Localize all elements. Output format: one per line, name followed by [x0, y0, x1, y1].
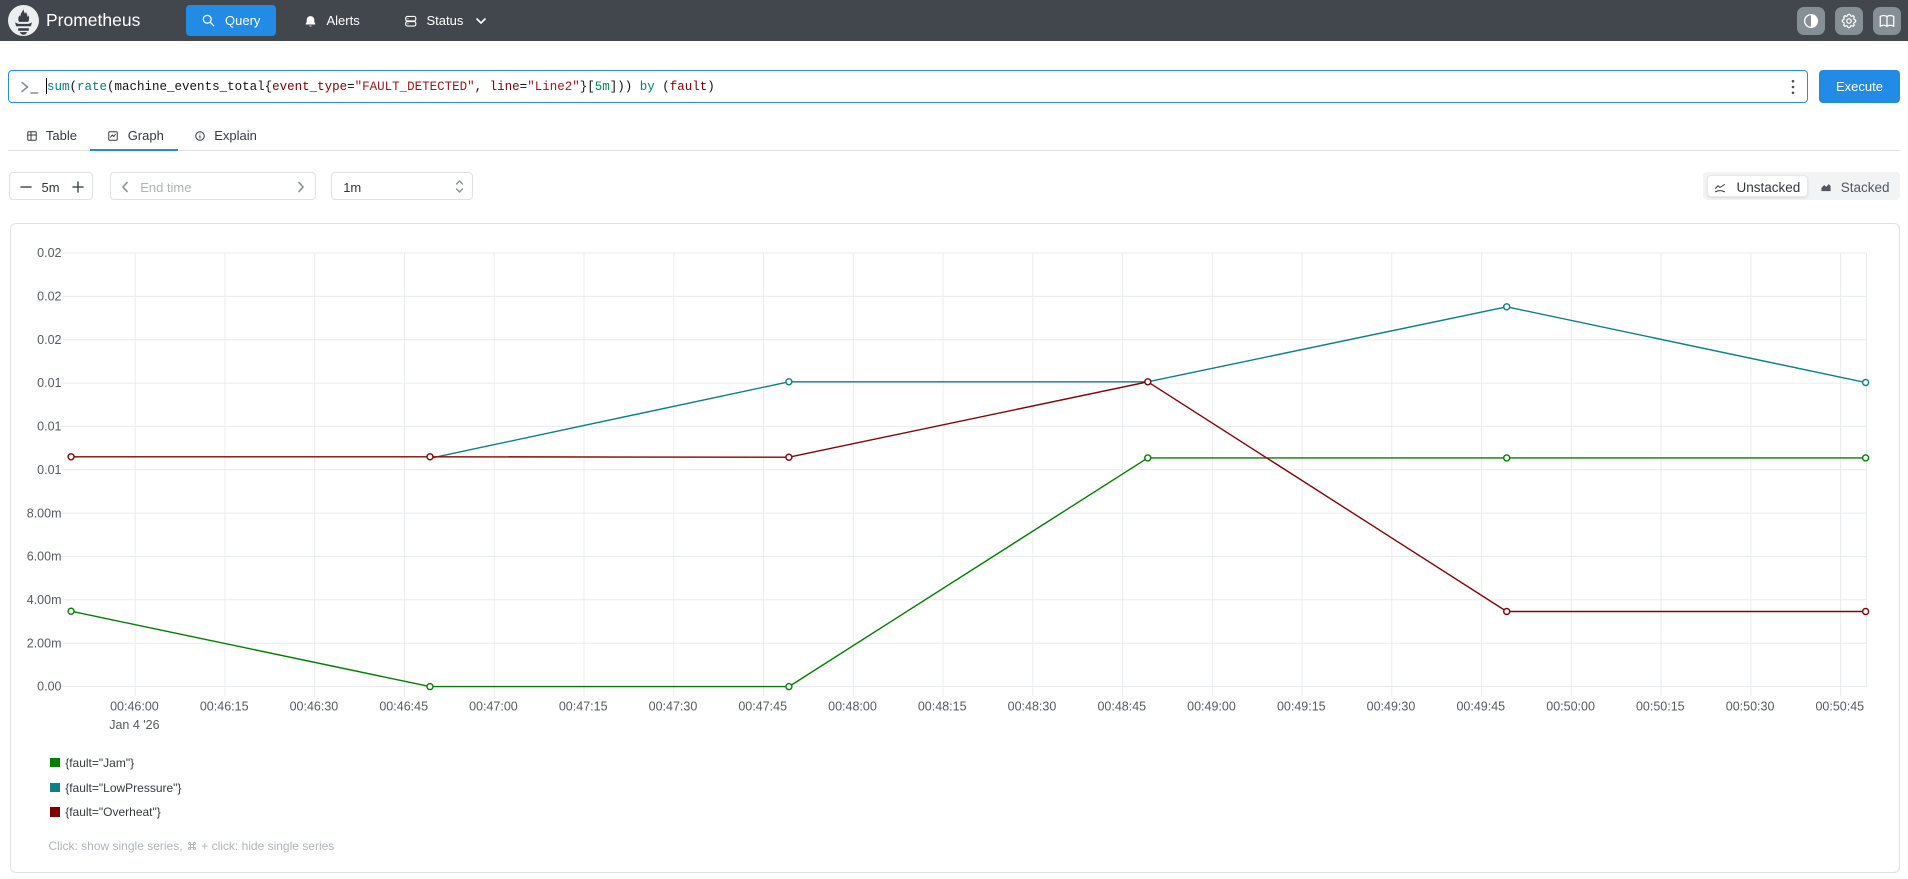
svg-text:00:49:45: 00:49:45: [1456, 700, 1505, 714]
svg-text:00:46:30: 00:46:30: [290, 700, 339, 714]
svg-text:8.00m: 8.00m: [27, 506, 62, 520]
svg-text:00:47:00: 00:47:00: [469, 700, 518, 714]
svg-text:0.01: 0.01: [37, 463, 61, 477]
svg-text:00:48:15: 00:48:15: [918, 700, 967, 714]
svg-text:2.00m: 2.00m: [27, 636, 62, 650]
svg-text:00:47:30: 00:47:30: [649, 700, 698, 714]
svg-text:00:48:30: 00:48:30: [1008, 700, 1057, 714]
svg-text:0.02: 0.02: [37, 290, 61, 304]
svg-text:0.01: 0.01: [37, 420, 61, 434]
svg-text:0.02: 0.02: [37, 246, 61, 260]
svg-text:00:47:45: 00:47:45: [738, 700, 787, 714]
svg-text:00:49:00: 00:49:00: [1187, 700, 1236, 714]
svg-text:00:50:15: 00:50:15: [1636, 700, 1685, 714]
svg-text:00:50:30: 00:50:30: [1726, 700, 1775, 714]
svg-text:Jan 4 '26: Jan 4 '26: [109, 718, 159, 732]
svg-text:00:47:15: 00:47:15: [559, 700, 608, 714]
svg-text:4.00m: 4.00m: [27, 593, 62, 607]
svg-text:00:46:00: 00:46:00: [110, 700, 159, 714]
svg-text:6.00m: 6.00m: [27, 550, 62, 564]
svg-text:00:48:45: 00:48:45: [1097, 700, 1146, 714]
svg-text:00:48:00: 00:48:00: [828, 700, 877, 714]
svg-text:0.01: 0.01: [37, 376, 61, 390]
svg-text:00:49:30: 00:49:30: [1367, 700, 1416, 714]
svg-text:0.00: 0.00: [37, 680, 61, 694]
svg-text:00:49:15: 00:49:15: [1277, 700, 1326, 714]
svg-text:0.02: 0.02: [37, 333, 61, 347]
svg-text:00:46:45: 00:46:45: [379, 700, 428, 714]
svg-text:00:50:45: 00:50:45: [1815, 700, 1864, 714]
svg-text:00:46:15: 00:46:15: [200, 700, 249, 714]
svg-text:00:50:00: 00:50:00: [1546, 700, 1595, 714]
